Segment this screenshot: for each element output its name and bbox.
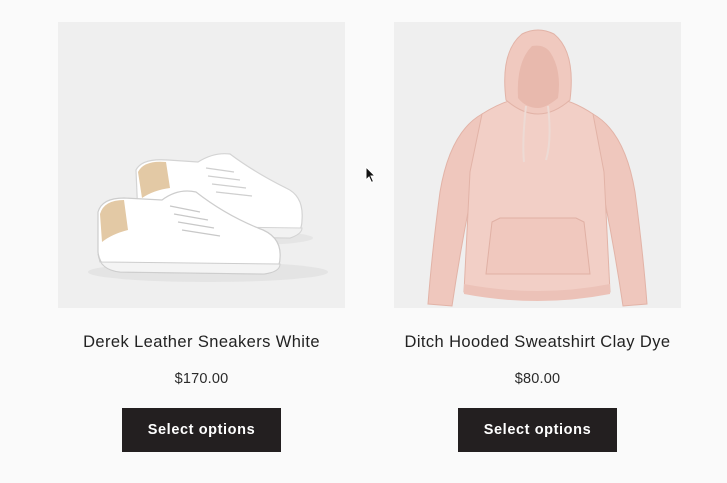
product-price: $170.00 [174,371,229,387]
product-card-hoodie: Ditch Hooded Sweatshirt Clay Dye $80.00 … [394,22,681,452]
product-image-sneakers[interactable] [58,22,345,308]
product-title[interactable]: Derek Leather Sneakers White [58,332,345,352]
hoodie-illustration [394,22,681,308]
product-price: $80.00 [514,371,561,387]
product-title[interactable]: Ditch Hooded Sweatshirt Clay Dye [394,332,681,352]
mouse-cursor-icon [365,166,377,184]
product-image-hoodie[interactable] [394,22,681,308]
select-options-button[interactable]: Select options [122,408,281,452]
select-options-button[interactable]: Select options [458,408,617,452]
product-card-sneakers: Derek Leather Sneakers White $170.00 Sel… [58,22,345,452]
sneakers-illustration [58,22,345,308]
